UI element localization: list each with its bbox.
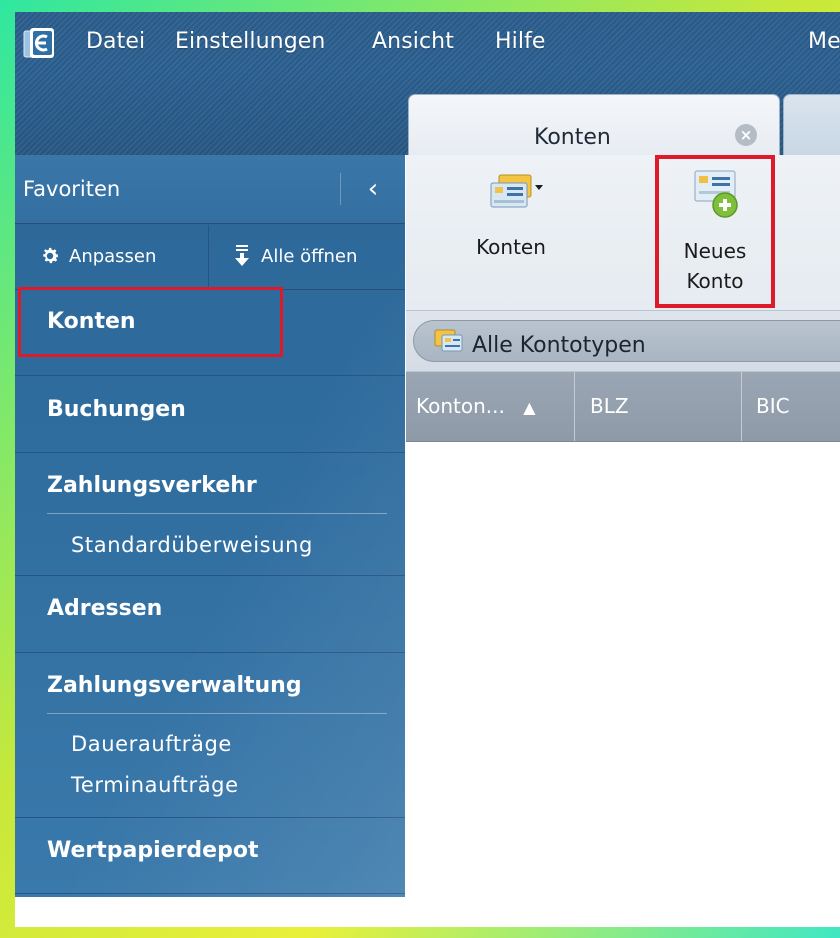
accounts-card-icon	[490, 174, 543, 208]
menu-more-cut[interactable]: Me	[808, 29, 840, 54]
menu-datei[interactable]: Datei	[86, 29, 145, 54]
sidebar: Favoriten ‹ Anpassen Alle öffnen Konten …	[15, 155, 405, 897]
sidebar-item-buchungen[interactable]: Buchungen	[15, 376, 405, 450]
app-logo-icon[interactable]	[23, 26, 57, 60]
tab-konten[interactable]: Konten ×	[408, 94, 780, 157]
column-divider[interactable]	[574, 372, 575, 441]
column-header-label: Konton...	[416, 394, 505, 418]
sidebar-item-label: Adressen	[47, 596, 163, 621]
filter-label: Alle Kontotypen	[472, 333, 646, 358]
favorites-toolbar: Anpassen Alle öffnen	[15, 225, 405, 290]
gear-icon	[43, 247, 59, 264]
column-header-bic[interactable]: BIC	[756, 372, 836, 441]
menu-einstellungen[interactable]: Einstellungen	[175, 29, 325, 54]
favorites-title: Favoriten	[23, 177, 121, 201]
divider	[47, 713, 387, 714]
chevron-left-icon[interactable]: ‹	[355, 171, 391, 207]
column-header-label: BLZ	[590, 394, 629, 418]
sidebar-item-wertpapierdepot[interactable]: Wertpapierdepot	[15, 818, 405, 892]
table-header: Konton... ▲ BLZ BIC	[406, 372, 840, 442]
sidebar-item-label: Zahlungsverwaltung	[47, 673, 302, 698]
table-body[interactable]	[406, 442, 840, 897]
app-window: Datei Einstellungen Ansicht Hilfe Me Kon…	[15, 12, 840, 927]
sidebar-item-zahlungsverwaltung[interactable]: Zahlungsverwaltung	[15, 653, 405, 713]
download-arrow-icon	[235, 245, 249, 266]
divider	[340, 173, 341, 205]
title-banner: Datei Einstellungen Ansicht Hilfe Me Kon…	[15, 12, 840, 158]
divider	[208, 225, 209, 289]
sidebar-subitem-terminauftraege[interactable]: Terminaufträge	[71, 773, 239, 797]
column-header-blz[interactable]: BLZ	[590, 372, 740, 441]
sidebar-item-label: Zahlungsverkehr	[47, 473, 257, 498]
column-header-label: BIC	[756, 394, 790, 418]
filter-bar: Alle Kontotypen	[406, 311, 840, 372]
menu-hilfe[interactable]: Hilfe	[495, 29, 546, 54]
sidebar-item-zahlungsverkehr[interactable]: Zahlungsverkehr	[15, 453, 405, 513]
accounts-dropdown-button[interactable]: Konten	[461, 173, 571, 283]
sidebar-item-adressen[interactable]: Adressen	[15, 576, 405, 650]
ribbon: Konten Neues Konto E	[406, 155, 840, 311]
menu-ansicht[interactable]: Ansicht	[372, 29, 454, 54]
sort-ascending-icon: ▲	[523, 398, 536, 417]
customize-label: Anpassen	[69, 245, 157, 267]
favorites-header: Favoriten ‹	[15, 155, 405, 224]
divider	[15, 893, 405, 894]
annotation-highlight-neues-konto	[655, 155, 775, 308]
sidebar-subitem-standardueberweisung[interactable]: Standardüberweisung	[71, 533, 313, 557]
column-header-kontoname[interactable]: Konton... ▲	[416, 372, 566, 441]
open-all-button[interactable]: Alle öffnen	[233, 239, 357, 273]
sidebar-item-label: Buchungen	[47, 397, 186, 422]
status-area	[15, 897, 840, 927]
open-all-label: Alle öffnen	[261, 245, 358, 267]
column-divider[interactable]	[741, 372, 742, 441]
accounts-button-label: Konten	[476, 235, 546, 259]
tab-next[interactable]	[783, 94, 840, 158]
close-icon[interactable]: ×	[735, 124, 757, 146]
sidebar-subitem-dauerauftraege[interactable]: Daueraufträge	[71, 732, 232, 756]
sidebar-item-label: Wertpapierdepot	[47, 838, 259, 863]
customize-button[interactable]: Anpassen	[39, 239, 156, 273]
account-types-icon	[434, 329, 463, 352]
divider	[47, 513, 387, 514]
annotation-highlight-konten	[18, 287, 283, 357]
tab-konten-label: Konten	[534, 125, 611, 150]
